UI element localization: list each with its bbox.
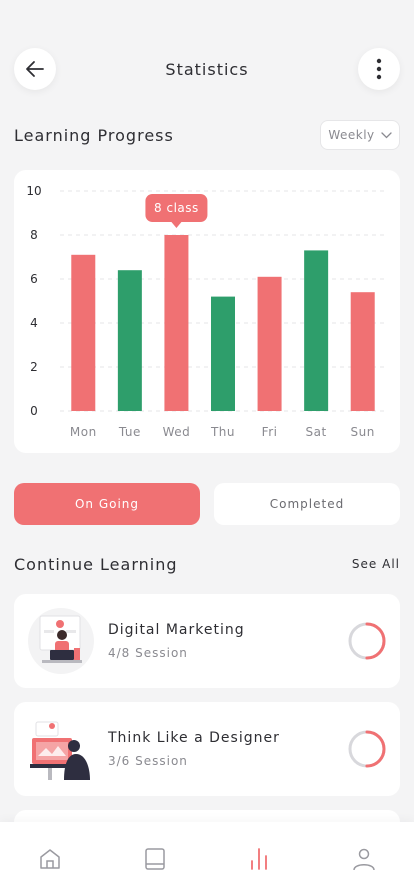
continue-title: Continue Learning xyxy=(14,554,178,574)
course-title: Digital Marketing xyxy=(108,622,245,638)
y-tick-label: 8 xyxy=(30,228,38,242)
header: Statistics xyxy=(14,48,400,90)
nav-courses[interactable] xyxy=(143,847,167,871)
x-tick-label: Sat xyxy=(306,425,327,439)
period-dropdown[interactable]: Weekly xyxy=(320,120,400,150)
book-icon xyxy=(145,848,165,870)
bar-sun xyxy=(350,292,375,411)
y-tick-label: 6 xyxy=(30,272,38,286)
profile-icon xyxy=(353,848,375,871)
x-tick-label: Tue xyxy=(118,425,141,439)
progress-header: Learning Progress Weekly xyxy=(14,120,400,150)
progress-title: Learning Progress xyxy=(14,125,174,145)
home-icon xyxy=(40,849,60,869)
bar-mon xyxy=(71,254,96,411)
progress-ring xyxy=(348,622,386,660)
x-tick-label: Thu xyxy=(210,425,235,439)
tooltip-label: 8 class xyxy=(154,201,199,215)
y-tick-label: 2 xyxy=(30,360,38,374)
period-value: Weekly xyxy=(328,128,375,142)
status-tabs: On Going Completed xyxy=(14,483,400,525)
designer-illustration xyxy=(30,721,90,780)
marketing-illustration xyxy=(28,608,94,674)
x-tick-label: Fri xyxy=(262,425,278,439)
tab-ongoing[interactable]: On Going xyxy=(14,483,200,525)
progress-ring xyxy=(348,730,386,768)
course-card[interactable]: Digital Marketing 4/8 Session xyxy=(14,594,400,688)
bar-fri xyxy=(257,276,282,411)
y-tick-label: 10 xyxy=(26,184,41,198)
course-title: Think Like a Designer xyxy=(108,730,280,746)
tab-completed[interactable]: Completed xyxy=(214,483,400,525)
x-tick-label: Sun xyxy=(351,425,375,439)
see-all-link[interactable]: See All xyxy=(352,557,400,571)
x-tick-label: Mon xyxy=(70,425,97,439)
bar-wed xyxy=(164,235,189,411)
course-card[interactable]: Think Like a Designer 3/6 Session xyxy=(14,702,400,796)
bar-tue xyxy=(117,270,142,411)
y-tick-label: 0 xyxy=(30,404,38,418)
x-tick-label: Wed xyxy=(163,425,191,439)
course-sessions: 4/8 Session xyxy=(108,646,188,660)
stats-icon xyxy=(251,848,267,870)
continue-header: Continue Learning See All xyxy=(14,549,400,579)
nav-profile[interactable] xyxy=(352,847,376,871)
y-tick-label: 4 xyxy=(30,316,38,330)
bar-thu xyxy=(211,296,235,411)
bottom-nav xyxy=(0,822,414,896)
more-button[interactable] xyxy=(358,48,400,90)
progress-chart-card: 0 2 4 6 8 10 Mon Tue Wed Thu Fri Sat Sun 8 class xyxy=(14,170,400,453)
nav-statistics[interactable] xyxy=(247,847,271,871)
page-title: Statistics xyxy=(165,60,249,79)
nav-home[interactable] xyxy=(38,847,62,871)
tooltip-pointer xyxy=(171,222,182,228)
chevron-down-icon xyxy=(381,131,392,138)
more-vertical-icon xyxy=(376,58,382,80)
progress-chart: 0 2 4 6 8 10 Mon Tue Wed Thu Fri Sat Sun 8 class xyxy=(26,184,386,439)
bar-sat xyxy=(304,250,329,411)
course-sessions: 3/6 Session xyxy=(108,754,188,768)
